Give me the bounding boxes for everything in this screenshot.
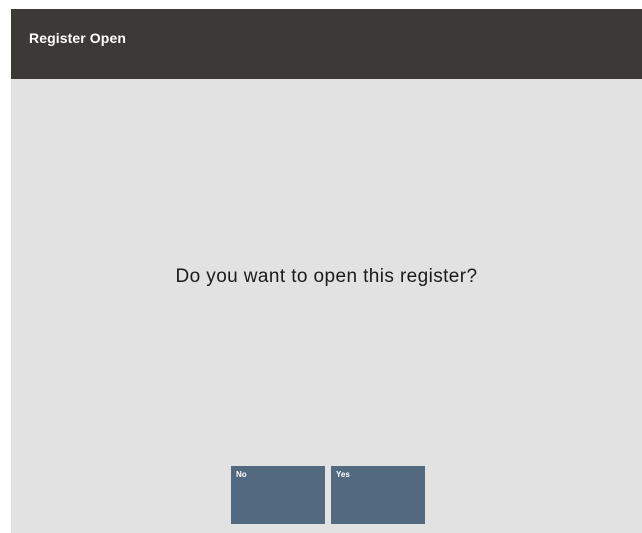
no-button-label: No	[236, 470, 247, 479]
dialog-title: Register Open	[29, 30, 126, 46]
no-button[interactable]: No	[231, 466, 325, 524]
yes-button-label: Yes	[336, 470, 350, 479]
title-bar: Register Open	[11, 9, 642, 79]
prompt-message: Do you want to open this register?	[175, 266, 478, 287]
yes-button[interactable]: Yes	[331, 466, 425, 524]
register-open-dialog: Register Open Do you want to open this r…	[11, 9, 642, 533]
